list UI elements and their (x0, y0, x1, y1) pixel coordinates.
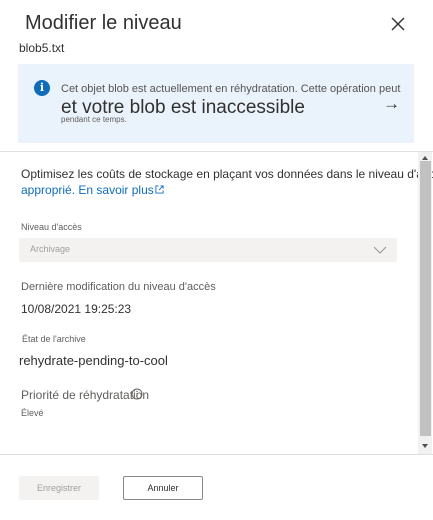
learn-more-link[interactable]: En savoir plus (78, 183, 164, 197)
footer-divider (0, 454, 433, 455)
close-button[interactable] (388, 14, 408, 34)
access-tier-value: Archivage (30, 244, 71, 254)
chevron-down-icon (373, 246, 387, 254)
info-icon: i (34, 80, 50, 96)
panel-subtitle: blob5.txt (19, 41, 65, 55)
rehydration-priority-label: Priorité de réhydratation (21, 388, 149, 402)
archive-state-value: rehydrate-pending-to-cool (19, 353, 168, 368)
divider (0, 151, 433, 152)
rehydration-priority-value: Élevé (21, 408, 44, 418)
description-text: Optimisez les coûts de stockage en plaça… (21, 167, 433, 181)
rehydration-priority-label-text: Priorité de réhydratation (21, 388, 150, 402)
panel-title: Modifier le niveau (25, 12, 182, 34)
cancel-button[interactable]: Annuler (123, 476, 203, 500)
access-tier-dropdown[interactable]: Archivage (19, 238, 397, 262)
banner-message-line1: Cet objet blob est actuellement en réhyd… (61, 83, 401, 95)
last-modified-value: 10/08/2021 19:25:23 (21, 302, 132, 316)
info-circle-icon[interactable] (131, 388, 143, 400)
arrow-right-icon[interactable]: → (383, 94, 400, 114)
info-banner: i Cet objet blob est actuellement en réh… (18, 64, 414, 143)
description-line2: approprié. En savoir plus (21, 183, 164, 197)
scrollbar-thumb[interactable] (420, 161, 431, 436)
access-tier-label: Niveau d'accès (21, 222, 82, 232)
learn-more-link-label[interactable]: En savoir plus (78, 183, 153, 197)
scroll-down-arrow-icon[interactable] (418, 440, 432, 452)
banner-message-line3: pendant ce temps. (61, 115, 127, 124)
close-icon[interactable] (388, 14, 408, 34)
external-link-icon[interactable] (155, 185, 164, 194)
last-modified-label: Dernière modification du niveau d'accès (21, 281, 216, 293)
save-button[interactable]: Enregistrer (19, 476, 99, 500)
description-text-end: approprié. (21, 183, 76, 197)
archive-state-label: État de l'archive (22, 334, 86, 344)
